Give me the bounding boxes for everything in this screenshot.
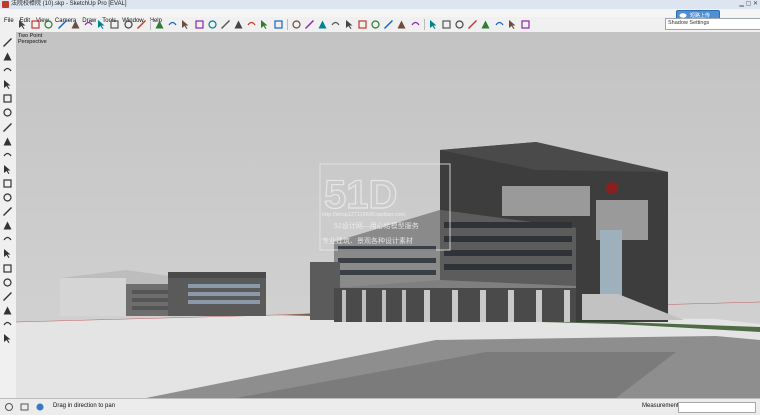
plugin-14-icon[interactable] [2, 220, 13, 231]
status-message: Drag in direction to pan [53, 403, 116, 409]
app-icon [2, 1, 9, 8]
right-view-icon[interactable] [467, 19, 478, 30]
glass-curtain [600, 230, 622, 300]
rectangle-icon[interactable] [83, 19, 94, 30]
zoom-extents-icon[interactable] [357, 19, 368, 30]
plugin-1-icon[interactable] [2, 37, 13, 48]
status-icons [5, 403, 44, 411]
plugin-13-icon[interactable] [2, 206, 13, 217]
toolbar-separator [286, 19, 288, 30]
credits-icon [20, 403, 29, 411]
followme-icon[interactable] [154, 19, 165, 30]
axes-icon[interactable] [273, 19, 284, 30]
walk-icon[interactable] [383, 19, 394, 30]
window-controls[interactable]: ▁ ▢ ✕ [736, 0, 758, 8]
toolbar-separator [423, 19, 425, 30]
front-view-icon[interactable] [454, 19, 465, 30]
previous-icon[interactable] [370, 19, 381, 30]
plugin-10-icon[interactable] [2, 164, 13, 175]
plugin-17-icon[interactable] [2, 263, 13, 274]
plugin-4-icon[interactable] [2, 79, 13, 90]
shadow-settings-panel[interactable]: Shadow Settings [665, 18, 760, 30]
watermark-line2: 专业建筑、景观各种设计素材 [322, 236, 413, 245]
watermark-logo: 51D [324, 173, 397, 217]
offset-icon[interactable] [207, 19, 218, 30]
plugin-21-icon[interactable] [2, 319, 13, 330]
pushpull-icon[interactable] [136, 19, 147, 30]
status-bar: Drag in direction to pan Measurements [0, 398, 760, 415]
lookaround-icon[interactable] [396, 19, 407, 30]
model-viewport[interactable]: 51D http://shop127116690.taobao.com 51设计… [16, 32, 760, 398]
plugin-7-icon[interactable] [2, 122, 13, 133]
window-title: 法院校樟院 (10).skp - SketchUp Pro [EVAL] [11, 1, 127, 7]
wireframe-icon[interactable] [520, 19, 531, 30]
back-view-icon[interactable] [480, 19, 491, 30]
polygon-icon[interactable] [109, 19, 120, 30]
section-icon[interactable] [291, 19, 302, 30]
menu-bar: FileEditViewCameraDrawToolsWindowHelp [0, 9, 760, 24]
ground-colonnade [334, 288, 576, 322]
top-view-icon[interactable] [441, 19, 452, 30]
circle-icon[interactable] [96, 19, 107, 30]
measurements-input[interactable] [678, 402, 756, 413]
eraser-icon[interactable] [30, 19, 41, 30]
emblem [606, 182, 618, 194]
orbit-icon[interactable] [304, 19, 315, 30]
camera-type-label: Perspective [18, 39, 47, 45]
plugin-18-icon[interactable] [2, 277, 13, 288]
dimension-icon[interactable] [246, 19, 257, 30]
plugin-15-icon[interactable] [2, 234, 13, 245]
plugin-2-icon[interactable] [2, 51, 13, 62]
zoom-window-icon[interactable] [344, 19, 355, 30]
plugin-9-icon[interactable] [2, 150, 13, 161]
help-icon [36, 403, 44, 411]
protractor-icon[interactable] [233, 19, 244, 30]
measurements-label: Measurements [642, 403, 682, 409]
scale-icon[interactable] [194, 19, 205, 30]
plugin-19-icon[interactable] [2, 291, 13, 302]
plugin-20-icon[interactable] [2, 305, 13, 316]
left-building-face [60, 278, 126, 316]
move-icon[interactable] [167, 19, 178, 30]
shadow-settings-label: Shadow Settings [668, 20, 710, 26]
plugin-toolbar [0, 34, 15, 364]
perforated-panel [502, 186, 590, 216]
rotate-icon[interactable] [180, 19, 191, 30]
geo-location-icon [5, 403, 13, 411]
freehand-icon[interactable] [70, 19, 81, 30]
arc-icon[interactable] [123, 19, 134, 30]
line-icon[interactable] [57, 19, 68, 30]
iso-view-icon[interactable] [428, 19, 439, 30]
plugin-11-icon[interactable] [2, 178, 13, 189]
main-toolbar [16, 17, 556, 32]
plugin-5-icon[interactable] [2, 93, 13, 104]
plugin-8-icon[interactable] [2, 136, 13, 147]
zoom-icon[interactable] [330, 19, 341, 30]
text-icon[interactable] [259, 19, 270, 30]
xray-icon[interactable] [507, 19, 518, 30]
paint-icon[interactable] [43, 19, 54, 30]
scene: 51D http://shop127116690.taobao.com 51设计… [16, 32, 760, 398]
watermark-line1: 51设计网—用心给模型服务 [334, 221, 419, 230]
plugin-3-icon[interactable] [2, 65, 13, 76]
left-view-icon[interactable] [494, 19, 505, 30]
watermark-url: http://shop127116690.taobao.com [322, 212, 405, 218]
plugin-6-icon[interactable] [2, 107, 13, 118]
tape-icon[interactable] [220, 19, 231, 30]
plugin-22-icon[interactable] [2, 333, 13, 344]
position-camera-icon[interactable] [410, 19, 421, 30]
plugin-16-icon[interactable] [2, 248, 13, 259]
plugin-12-icon[interactable] [2, 192, 13, 203]
toolbar-separator [149, 19, 151, 30]
select-icon[interactable] [17, 19, 28, 30]
pan-icon[interactable] [317, 19, 328, 30]
menu-file[interactable]: File [4, 18, 14, 24]
